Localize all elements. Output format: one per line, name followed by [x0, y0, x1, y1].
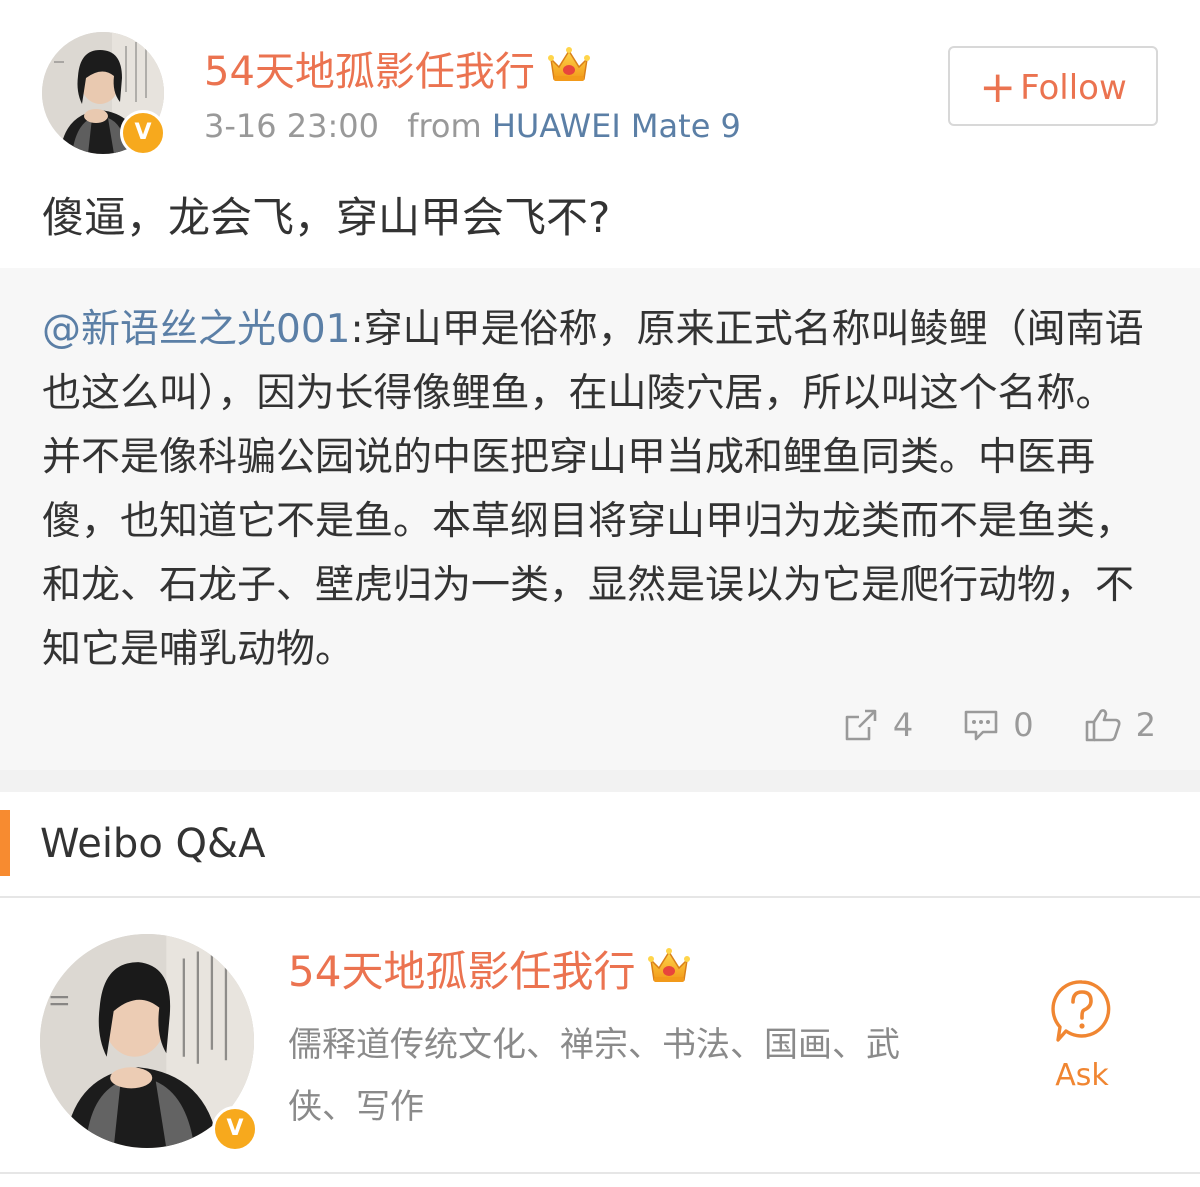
weibo-post: V 54天地孤影任我行 3-16 23:00 from HUAWEI Mate …	[0, 0, 1200, 770]
crown-icon[interactable]	[647, 944, 691, 1000]
follow-button[interactable]: + Follow	[948, 46, 1158, 126]
comment-button[interactable]: 0	[963, 706, 1034, 744]
device-link[interactable]: HUAWEI Mate 9	[492, 107, 741, 145]
ask-label: Ask	[1055, 1058, 1109, 1093]
share-count: 4	[892, 706, 914, 744]
accent-bar	[0, 810, 10, 876]
post-timestamp: 3-16 23:00	[204, 107, 380, 145]
qa-username[interactable]: 54天地孤影任我行	[288, 944, 691, 1000]
bottom-divider	[0, 1172, 1200, 1174]
reposted-content[interactable]: @新语丝之光001:穿山甲是俗称，原来正式名称叫鲮鲤（闽南语也这么叫），因为长得…	[0, 268, 1200, 770]
repost-body: :穿山甲是俗称，原来正式名称叫鲮鲤（闽南语也这么叫），因为长得像鲤鱼，在山陵穴居…	[42, 307, 1144, 672]
comment-count: 0	[1013, 706, 1034, 744]
question-icon	[1051, 980, 1111, 1042]
mention-link[interactable]: @新语丝之光001	[42, 307, 350, 352]
like-icon	[1085, 709, 1121, 742]
comment-icon	[964, 710, 998, 741]
section-separator	[0, 770, 1200, 792]
share-button[interactable]: 4	[843, 706, 913, 744]
user-avatar[interactable]: V	[42, 32, 166, 156]
from-label: from	[407, 107, 482, 145]
post-meta: 3-16 23:00 from HUAWEI Mate 9	[204, 106, 741, 146]
qa-section-header: Weibo Q&A	[0, 792, 1200, 898]
verified-icon: V	[212, 1106, 258, 1152]
like-button[interactable]: 2	[1084, 706, 1156, 744]
share-icon	[845, 709, 877, 741]
repost-actions: 4 0 2	[793, 700, 1156, 750]
verified-icon: V	[120, 110, 166, 156]
qa-section-title: Weibo Q&A	[40, 821, 266, 867]
username-text[interactable]: 54天地孤影任我行	[204, 49, 535, 95]
post-text: 傻逼，龙会飞，穿山甲会飞不?	[42, 193, 611, 242]
like-count: 2	[1135, 706, 1156, 744]
qa-user-description: 儒释道传统文化、禅宗、书法、国画、武侠、写作	[288, 1025, 900, 1127]
post-username[interactable]: 54天地孤影任我行	[204, 46, 591, 98]
ask-button[interactable]: Ask	[1040, 978, 1124, 1093]
qa-user-card[interactable]: V 54天地孤影任我行 儒释道传统文化、禅宗、书法、国画、武侠、写作 Ask	[0, 898, 1200, 1187]
crown-icon[interactable]	[547, 45, 591, 98]
repost-text: @新语丝之光001:穿山甲是俗称，原来正式名称叫鲮鲤（闽南语也这么叫），因为长得…	[42, 298, 1152, 682]
plus-icon: +	[979, 62, 1017, 113]
qa-username-text[interactable]: 54天地孤影任我行	[288, 947, 635, 996]
follow-label: Follow	[1020, 68, 1127, 108]
qa-user-avatar[interactable]: V	[40, 934, 258, 1152]
